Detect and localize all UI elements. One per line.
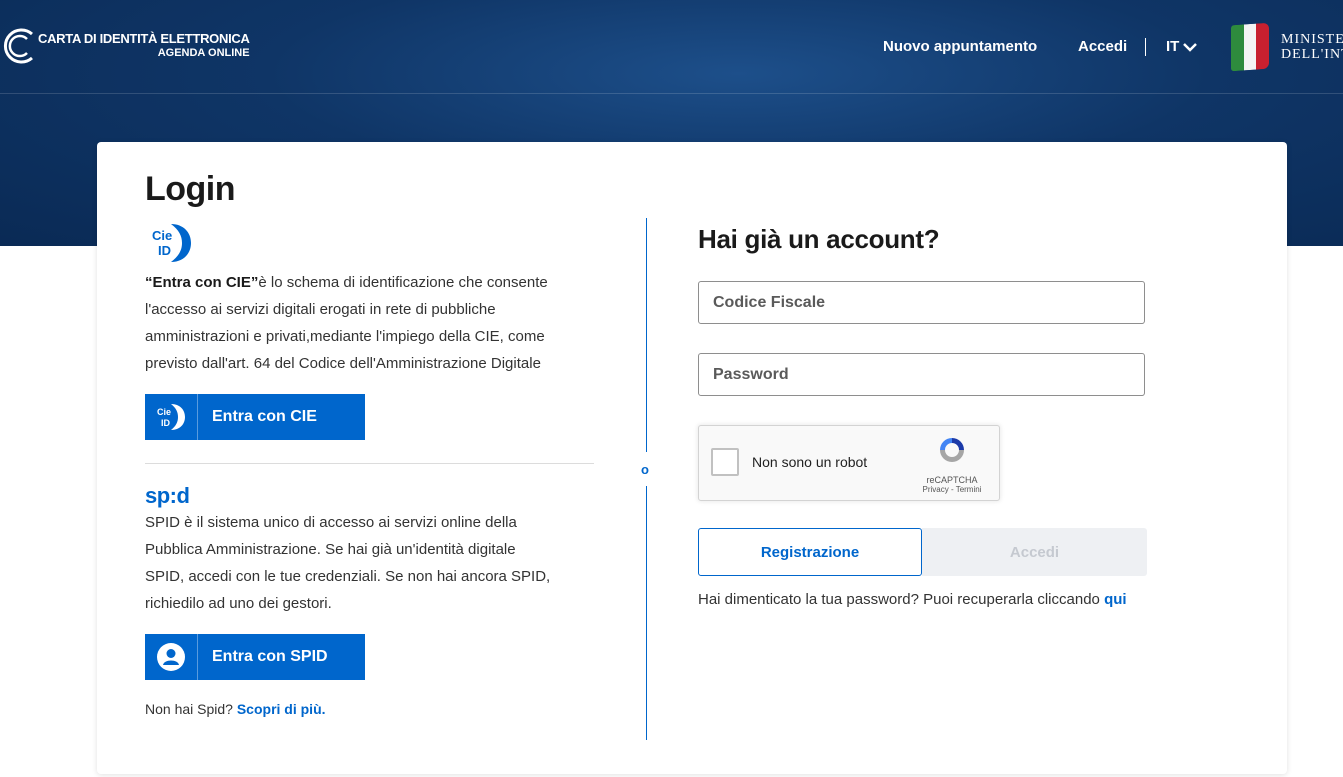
spid-login-button-label: Entra con SPID <box>212 648 328 665</box>
svg-text:ID: ID <box>161 418 171 428</box>
brand-title: CARTA DI IDENTITÀ ELETTRONICA <box>38 31 250 46</box>
recaptcha-label: Non sono un robot <box>752 454 868 470</box>
spid-logo: sp:d <box>145 483 190 508</box>
svg-text:ID: ID <box>158 243 171 258</box>
cie-id-logo-icon: Cie ID <box>152 224 191 262</box>
italian-flag-icon <box>1231 22 1269 72</box>
ministry-name-line1: MINISTE <box>1281 32 1343 47</box>
nav-new-appointment-link[interactable]: Nuovo appuntamento <box>883 38 1037 55</box>
account-title: Hai già un account? <box>698 224 940 254</box>
login-button-disabled[interactable]: Accedi <box>922 528 1147 576</box>
recaptcha-widget: Non sono un robot reCAPTCHA Privacy - Te… <box>698 425 1000 501</box>
ministry-name-line2: DELL'INT <box>1281 47 1343 62</box>
cie-description-bold: “Entra con CIE” <box>145 274 259 291</box>
spid-description: SPID è il sistema unico di accesso ai se… <box>145 514 551 612</box>
cie-id-icon: Cie ID <box>157 404 185 430</box>
brand-logo[interactable]: CARTA DI IDENTITÀ ELETTRONICA AGENDA ONL… <box>0 26 250 66</box>
vertical-divider-top <box>646 218 647 452</box>
forgot-password-info: Hai dimenticato la tua password? Puoi re… <box>698 591 1127 608</box>
no-spid-info: Non hai Spid? Scopri di più. <box>145 701 326 717</box>
or-separator: o <box>641 462 649 477</box>
nav-separator <box>1145 38 1146 56</box>
recaptcha-logo-icon <box>940 438 964 462</box>
language-selector[interactable]: IT <box>1166 38 1198 55</box>
recover-password-link[interactable]: qui <box>1104 591 1127 608</box>
vertical-divider-bottom <box>646 486 647 740</box>
ministry-logo[interactable]: MINISTE DELL'INT <box>1231 22 1343 72</box>
recaptcha-privacy-links[interactable]: Privacy - Termini <box>917 485 987 494</box>
fiscal-code-field[interactable] <box>698 281 1145 324</box>
brand-subtitle: AGENDA ONLINE <box>157 47 250 59</box>
no-spid-text: Non hai Spid? <box>145 701 233 717</box>
login-card: Login Cie ID “Entra con CIE”è lo schema … <box>97 142 1287 774</box>
cie-login-button[interactable]: Cie ID Entra con CIE <box>145 394 365 440</box>
user-icon <box>157 643 185 671</box>
svg-text:Cie: Cie <box>157 407 171 417</box>
forgot-password-text: Hai dimenticato la tua password? Puoi re… <box>698 591 1100 608</box>
language-label: IT <box>1166 38 1180 55</box>
learn-more-link[interactable]: Scopri di più. <box>237 701 326 717</box>
section-divider <box>145 463 594 464</box>
password-field[interactable] <box>698 353 1145 396</box>
chevron-down-icon <box>1183 42 1198 52</box>
recaptcha-checkbox[interactable] <box>711 448 739 476</box>
cie-description: “Entra con CIE”è lo schema di identifica… <box>145 269 555 377</box>
svg-text:Cie: Cie <box>152 228 172 243</box>
cie-login-button-label: Entra con CIE <box>212 408 317 425</box>
login-title: Login <box>145 170 236 208</box>
recaptcha-brand-text: reCAPTCHA <box>926 475 978 485</box>
top-navigation-bar: CARTA DI IDENTITÀ ELETTRONICA AGENDA ONL… <box>0 0 1343 94</box>
recaptcha-branding: reCAPTCHA Privacy - Termini <box>917 434 987 494</box>
nav-login-link[interactable]: Accedi <box>1078 38 1127 55</box>
register-button[interactable]: Registrazione <box>698 528 922 576</box>
cie-c-logo-icon <box>3 28 33 64</box>
password-input[interactable] <box>699 354 1144 395</box>
fiscal-code-input[interactable] <box>699 282 1144 323</box>
spid-login-button[interactable]: Entra con SPID <box>145 634 365 680</box>
